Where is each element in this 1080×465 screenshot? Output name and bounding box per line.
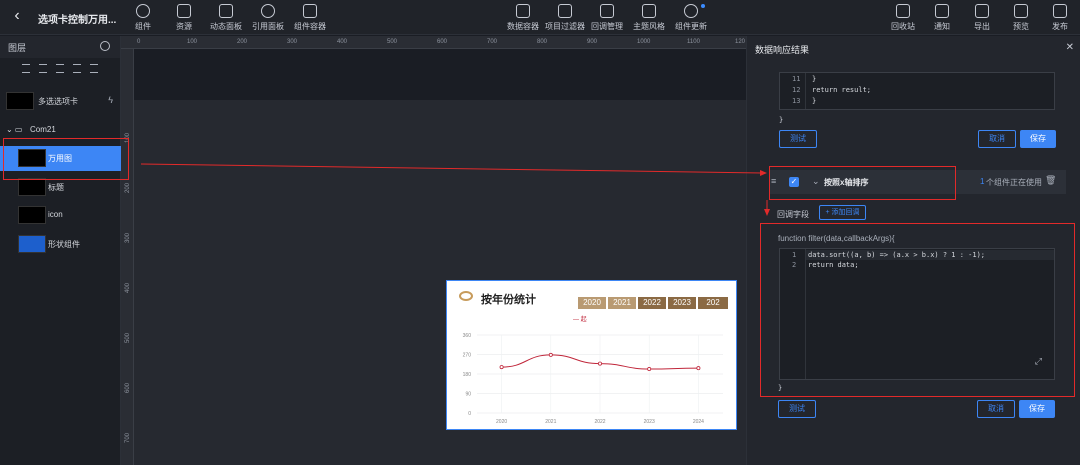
link-icon bbox=[261, 4, 275, 18]
line-chart: 360 270 180 90 0 2020 2021 2022 2023 2024 bbox=[463, 333, 723, 425]
y-tick-label: 0 bbox=[468, 411, 471, 417]
y-tick-label: 180 bbox=[463, 372, 472, 378]
ruler-vertical: 100 200 300 400 500 600 700 bbox=[121, 49, 134, 465]
x-tick-label: 2024 bbox=[693, 419, 704, 425]
save-button[interactable]: 保存 bbox=[1020, 130, 1056, 148]
data-point bbox=[647, 367, 652, 372]
tool-update[interactable]: 组件更新 bbox=[667, 2, 715, 34]
x-tick-label: 2020 bbox=[496, 419, 507, 425]
tool-dynamic-panel[interactable]: 动态面板 bbox=[202, 2, 250, 34]
usage-count: 1 bbox=[980, 177, 985, 186]
chart-widget[interactable]: 按年份统计 2020 2021 2022 2023 202 — 起 360 270… bbox=[446, 280, 737, 430]
update-dot bbox=[701, 4, 705, 8]
refresh-icon bbox=[684, 4, 698, 18]
x-tick-label: 2022 bbox=[594, 419, 605, 425]
layer-thumb bbox=[18, 178, 46, 196]
folder-icon: ⌄ ▭ bbox=[6, 125, 23, 134]
y-tick-label: 360 bbox=[463, 333, 472, 339]
send-icon bbox=[1053, 4, 1067, 18]
chevron-left-icon[interactable]: ‹ bbox=[8, 7, 26, 25]
test-button[interactable]: 测试 bbox=[778, 400, 816, 418]
add-callback-button[interactable]: + 添加回调 bbox=[819, 205, 866, 220]
move-bottom-icon[interactable] bbox=[39, 64, 47, 73]
message-icon bbox=[935, 4, 949, 18]
move-top-icon[interactable] bbox=[22, 64, 30, 73]
usage-text: 个组件正在使用 bbox=[986, 178, 1042, 187]
tool-theme[interactable]: 主题风格 bbox=[625, 2, 673, 34]
cancel-button[interactable]: 取消 bbox=[977, 400, 1015, 418]
list-icon[interactable] bbox=[90, 64, 98, 73]
chart-icon bbox=[516, 4, 530, 18]
x-tick-label: 2021 bbox=[545, 419, 556, 425]
logo-icon bbox=[459, 291, 473, 301]
layer-item[interactable]: 多选选项卡 ϟ bbox=[0, 89, 121, 114]
layer-thumb bbox=[6, 92, 34, 110]
year-tab[interactable]: 202 bbox=[698, 297, 728, 309]
code-editor-top[interactable]: 11} 12 return result; 13} bbox=[779, 72, 1055, 110]
cancel-button[interactable]: 取消 bbox=[978, 130, 1016, 148]
save-button[interactable]: 保存 bbox=[1019, 400, 1055, 418]
project-title: 选项卡控制万用... bbox=[38, 15, 117, 26]
ungroup-icon[interactable] bbox=[73, 64, 81, 73]
layer-thumb bbox=[18, 206, 46, 224]
ruler-horizontal: 0 100 200 300 400 500 600 700 800 900 10… bbox=[121, 36, 746, 49]
grid-icon bbox=[219, 4, 233, 18]
tool-callback[interactable]: 回调管理 bbox=[583, 2, 631, 34]
test-button[interactable]: 测试 bbox=[779, 130, 817, 148]
filter-icon bbox=[558, 4, 572, 18]
export-icon bbox=[975, 4, 989, 18]
x-tick-label: 2023 bbox=[644, 419, 655, 425]
year-tab[interactable]: 2023 bbox=[668, 297, 696, 309]
layer-tools bbox=[0, 58, 120, 80]
trash-icon[interactable]: 🗑 bbox=[1045, 175, 1056, 186]
year-tab[interactable]: 2020 bbox=[578, 297, 606, 309]
layer-panel-header: 图层 bbox=[0, 36, 120, 58]
data-point bbox=[499, 365, 504, 370]
layer-item[interactable]: icon bbox=[0, 203, 121, 228]
layer-panel: 图层 多选选项卡 ϟ ⌄ ▭ Com21 万用图 标题 icon 形状组件 bbox=[0, 36, 121, 465]
data-point bbox=[597, 361, 602, 366]
sliders-icon bbox=[600, 4, 614, 18]
tool-container[interactable]: 组件容器 bbox=[286, 2, 334, 34]
highlight-box bbox=[3, 138, 129, 180]
group-icon[interactable] bbox=[56, 64, 64, 73]
preview-icon bbox=[1014, 4, 1028, 18]
year-tab[interactable]: 2022 bbox=[638, 297, 666, 309]
layers-icon bbox=[177, 4, 191, 18]
component-icon bbox=[136, 4, 150, 18]
container-icon bbox=[303, 4, 317, 18]
palette-icon bbox=[642, 4, 656, 18]
tool-ref-panel[interactable]: 引用面板 bbox=[244, 2, 292, 34]
tool-resources[interactable]: 资源 bbox=[160, 2, 208, 34]
panel-header: 数据响应结果 ✕ bbox=[755, 42, 1074, 55]
y-tick-label: 270 bbox=[463, 353, 472, 359]
search-icon[interactable] bbox=[100, 41, 110, 51]
callback-label: 回调字段 bbox=[777, 210, 809, 219]
layer-item[interactable]: 形状组件 bbox=[0, 232, 121, 257]
trash-icon bbox=[896, 4, 910, 18]
layer-thumb bbox=[18, 235, 46, 253]
y-tick-label: 90 bbox=[465, 392, 471, 398]
lightning-icon[interactable]: ϟ bbox=[108, 95, 113, 105]
data-point bbox=[548, 352, 553, 357]
tool-publish[interactable]: 发布 bbox=[1036, 2, 1080, 34]
top-toolbar: ‹ 选项卡控制万用... 组件 资源 动态面板 引用面板 组件容器 数据容器 项… bbox=[0, 0, 1080, 35]
close-icon[interactable]: ✕ bbox=[1066, 42, 1074, 53]
widget-title: 按年份统计 bbox=[481, 294, 536, 306]
highlight-box bbox=[760, 223, 1075, 397]
tool-data-container[interactable]: 数据容器 bbox=[499, 2, 547, 34]
data-point bbox=[696, 366, 701, 371]
tool-filter[interactable]: 项目过滤器 bbox=[541, 2, 589, 34]
year-tab[interactable]: 2021 bbox=[608, 297, 636, 309]
highlight-box bbox=[769, 166, 956, 200]
